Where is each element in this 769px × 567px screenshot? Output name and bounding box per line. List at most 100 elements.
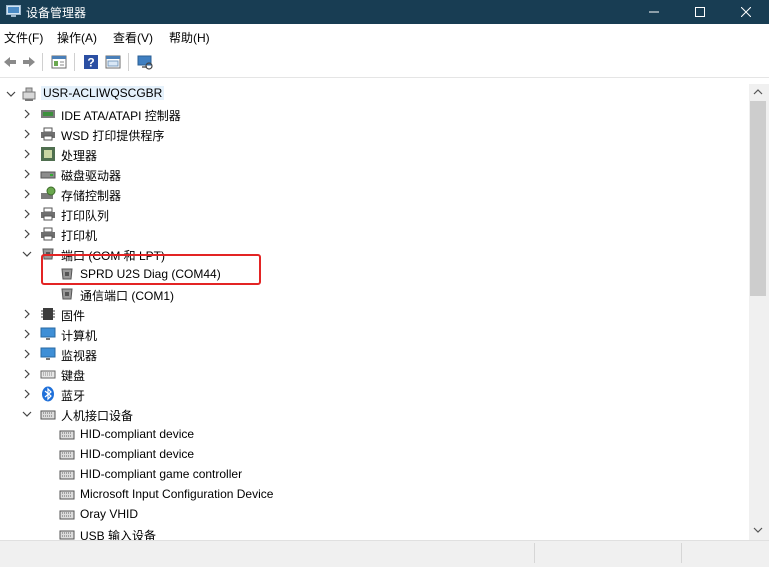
title-bar: 设备管理器 xyxy=(0,0,769,24)
tree-item-disk[interactable]: 磁盘驱动器 xyxy=(0,164,749,184)
forward-arrow-icon[interactable] xyxy=(21,54,37,70)
ide-controller-icon xyxy=(41,110,55,118)
tree-item-bluetooth[interactable]: 蓝牙 xyxy=(0,384,749,404)
bluetooth-icon xyxy=(42,386,54,402)
toolbar-separator xyxy=(74,53,75,71)
hid-icon xyxy=(59,470,75,480)
printer-icon xyxy=(41,207,55,221)
device-manager-icon xyxy=(6,5,21,17)
hid-icon xyxy=(59,510,75,520)
tree-item-monitor[interactable]: 监视器 xyxy=(0,344,749,364)
storage-controller-icon xyxy=(41,186,56,199)
tree-item-label: 固件 xyxy=(61,309,86,323)
close-icon xyxy=(741,7,751,17)
tree-item-ms-input-config[interactable]: Microsoft Input Configuration Device xyxy=(0,484,749,504)
window-title: 设备管理器 xyxy=(26,6,87,20)
vertical-scrollbar[interactable] xyxy=(749,84,769,540)
tree-item-hid-device[interactable]: HID-compliant device xyxy=(0,424,749,444)
menu-file[interactable]: 文件(F) xyxy=(4,29,43,46)
monitor-scan-icon[interactable] xyxy=(137,54,153,70)
tree-item-label: 计算机 xyxy=(61,329,98,343)
tree-item-ide[interactable]: IDE ATA/ATAPI 控制器 xyxy=(0,104,749,124)
menu-action[interactable]: 操作(A) xyxy=(57,29,97,46)
tree-item-storage[interactable]: 存储控制器 xyxy=(0,184,749,204)
monitor-icon xyxy=(40,347,56,360)
cpu-icon xyxy=(41,147,55,161)
hid-icon xyxy=(59,530,75,540)
help-icon[interactable]: ? xyxy=(83,54,99,70)
tree-item-hid[interactable]: 人机接口设备 xyxy=(0,404,749,424)
tree-item-wsd[interactable]: WSD 打印提供程序 xyxy=(0,124,749,144)
tree-item-keyboard[interactable]: 键盘 xyxy=(0,364,749,384)
tree-item-label: WSD 打印提供程序 xyxy=(61,129,165,143)
chevron-right-icon[interactable] xyxy=(21,148,33,160)
toolbar: ? xyxy=(0,47,769,78)
tree-item-label: HID-compliant game controller xyxy=(80,467,243,481)
tree-item-hid-game-controller[interactable]: HID-compliant game controller xyxy=(0,464,749,484)
tree-item-label: HID-compliant device xyxy=(80,447,195,461)
tree-item-usb-input[interactable]: USB 输入设备 xyxy=(0,524,749,540)
tree-item-com1-port[interactable]: 通信端口 (COM1) xyxy=(0,284,749,304)
chevron-right-icon[interactable] xyxy=(21,208,33,220)
chevron-right-icon[interactable] xyxy=(21,308,33,320)
tree-item-label: 存储控制器 xyxy=(61,189,122,203)
chevron-down-icon[interactable] xyxy=(21,408,33,420)
svg-text:?: ? xyxy=(87,56,94,70)
tree-item-computer[interactable]: 计算机 xyxy=(0,324,749,344)
chevron-right-icon[interactable] xyxy=(21,128,33,140)
tree-item-label: HID-compliant device xyxy=(80,427,195,441)
chevron-right-icon[interactable] xyxy=(21,328,33,340)
tree-item-label: USB 输入设备 xyxy=(80,529,157,540)
toolbar-separator xyxy=(128,53,129,71)
chevron-right-icon[interactable] xyxy=(21,188,33,200)
chevron-right-icon[interactable] xyxy=(21,368,33,380)
menu-help[interactable]: 帮助(H) xyxy=(169,29,210,46)
printer-icon xyxy=(41,227,55,241)
device-tree: USR-ACLIWQSCGBR IDE ATA/ATAPI 控制器 WSD 打印… xyxy=(0,84,749,540)
menu-view[interactable]: 查看(V) xyxy=(113,29,153,46)
toolbar-separator xyxy=(42,53,43,71)
tree-item-printer[interactable]: 打印机 xyxy=(0,224,749,244)
maximize-button[interactable] xyxy=(677,0,723,24)
computer-tower-icon xyxy=(22,87,36,101)
scroll-up-icon[interactable] xyxy=(753,88,763,96)
chevron-down-icon[interactable] xyxy=(5,88,17,100)
chevron-right-icon[interactable] xyxy=(21,348,33,360)
firmware-chip-icon xyxy=(41,308,55,320)
tree-item-label: IDE ATA/ATAPI 控制器 xyxy=(61,109,181,123)
tree-item-label: 蓝牙 xyxy=(61,389,86,403)
tree-item-oray-vhid[interactable]: Oray VHID xyxy=(0,504,749,524)
view-pane-icon[interactable] xyxy=(105,54,121,70)
properties-icon[interactable] xyxy=(51,54,67,70)
tree-item-firmware[interactable]: 固件 xyxy=(0,304,749,324)
tree-item-label: 处理器 xyxy=(61,149,98,163)
scrollbar-thumb[interactable] xyxy=(750,101,766,296)
tree-item-label: 打印机 xyxy=(61,229,98,243)
menu-bar: 文件(F) 操作(A) 查看(V) 帮助(H) xyxy=(0,25,769,47)
minimize-icon xyxy=(649,11,659,13)
tree-root-label: USR-ACLIWQSCGBR xyxy=(41,86,165,100)
maximize-icon xyxy=(695,7,705,17)
chevron-right-icon[interactable] xyxy=(21,168,33,180)
hid-icon xyxy=(59,490,75,500)
scroll-down-icon[interactable] xyxy=(753,526,763,534)
tree-item-label: 磁盘驱动器 xyxy=(61,169,122,183)
tree-root[interactable]: USR-ACLIWQSCGBR xyxy=(0,84,749,104)
chevron-right-icon[interactable] xyxy=(21,388,33,400)
tree-item-label: 打印队列 xyxy=(61,209,110,223)
tree-item-processor[interactable]: 处理器 xyxy=(0,144,749,164)
minimize-button[interactable] xyxy=(631,0,677,24)
tree-item-label: Microsoft Input Configuration Device xyxy=(80,487,274,501)
hid-icon xyxy=(59,430,75,440)
highlight-box xyxy=(41,254,261,285)
tree-item-hid-device[interactable]: HID-compliant device xyxy=(0,444,749,464)
hid-icon xyxy=(59,450,75,460)
tree-item-label: 人机接口设备 xyxy=(61,409,134,423)
back-arrow-icon[interactable] xyxy=(2,54,18,70)
chevron-down-icon[interactable] xyxy=(21,248,33,260)
close-button[interactable] xyxy=(723,0,769,24)
tree-item-label: 键盘 xyxy=(61,369,86,383)
chevron-right-icon[interactable] xyxy=(21,108,33,120)
chevron-right-icon[interactable] xyxy=(21,228,33,240)
tree-item-print-queue[interactable]: 打印队列 xyxy=(0,204,749,224)
